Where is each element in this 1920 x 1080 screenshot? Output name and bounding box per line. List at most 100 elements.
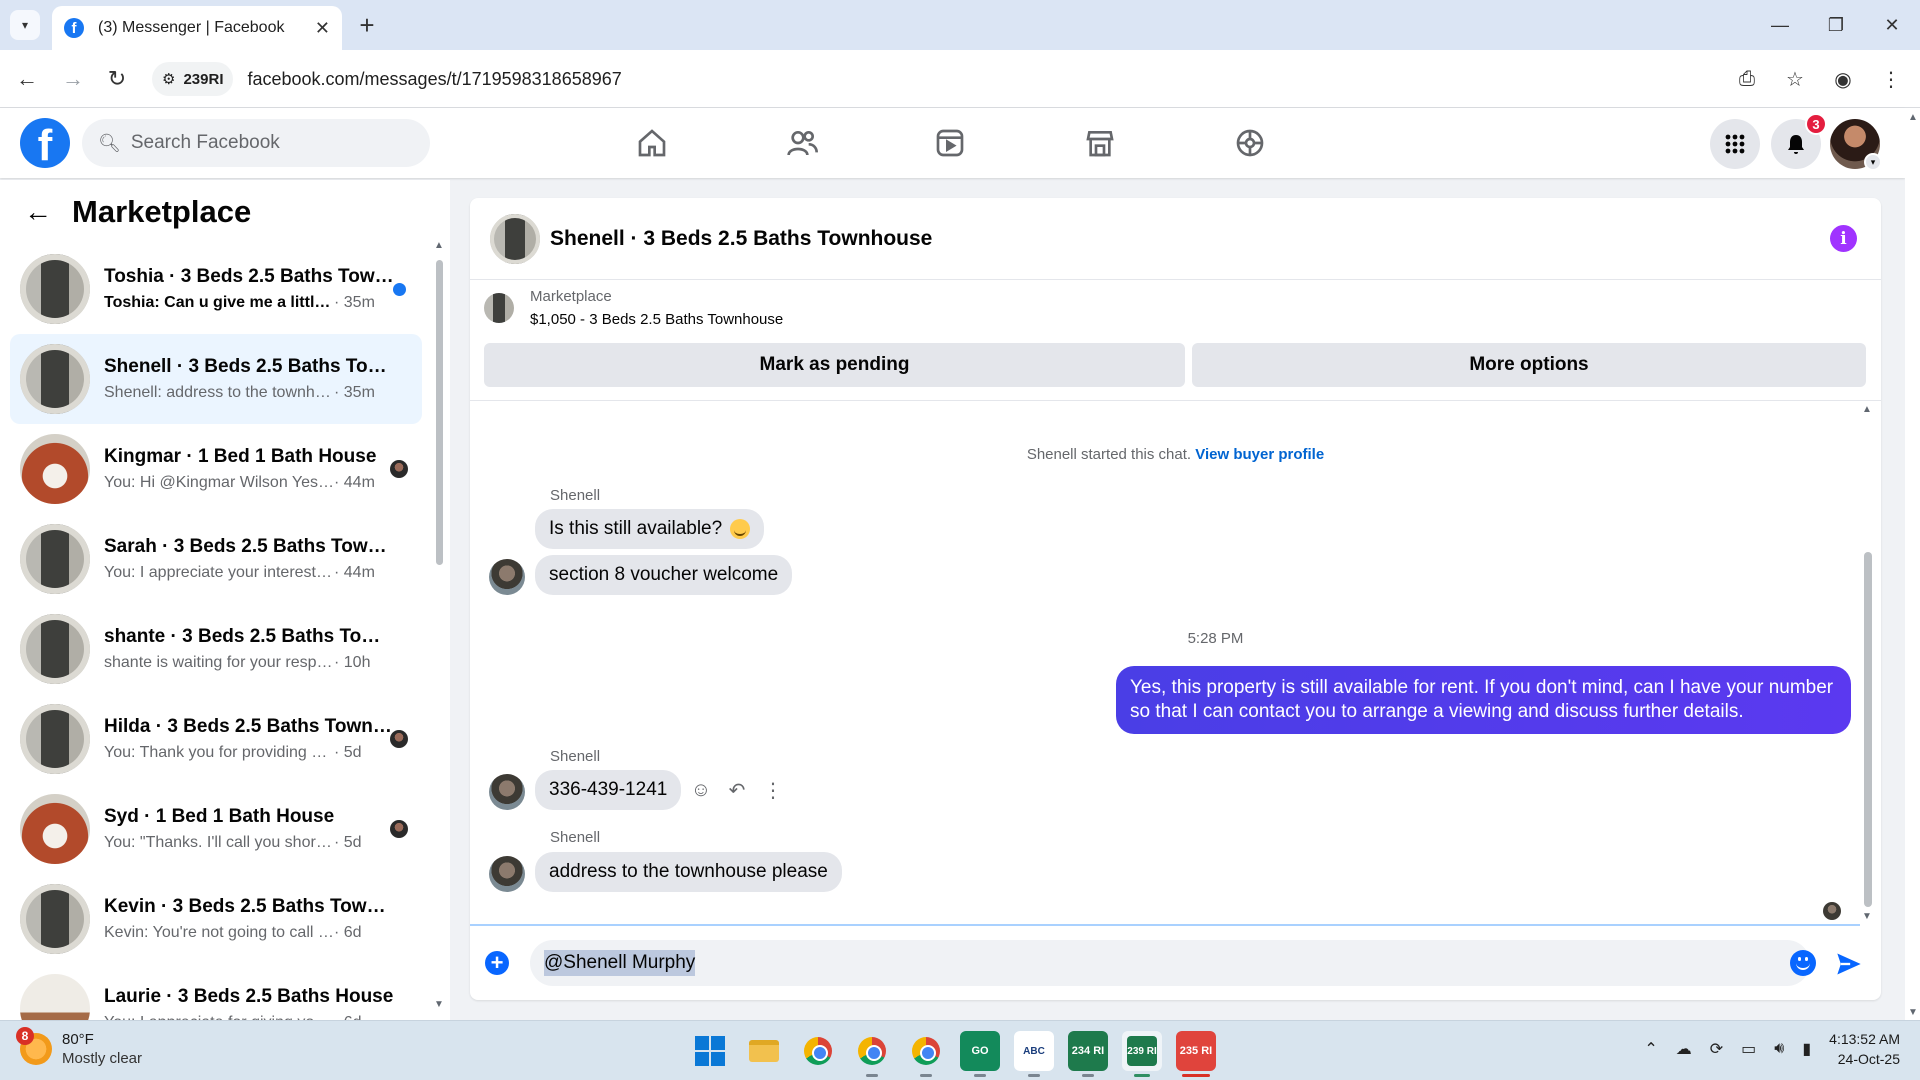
sender-name: Shenell xyxy=(550,748,601,765)
url-text[interactable]: facebook.com/messages/t/1719598318658967 xyxy=(247,69,621,90)
add-attachment-icon[interactable]: + xyxy=(485,951,509,975)
conversation-item[interactable]: Toshia · 3 Beds 2.5 Baths Townhouse Toshi… xyxy=(10,244,422,334)
chat-started-notice: Shenell started this chat. View buyer pr… xyxy=(470,446,1881,463)
clock[interactable]: 4:13:52 AM 24-Oct-25 xyxy=(1829,1029,1900,1069)
site-chip-label: 239RI xyxy=(183,70,224,88)
back-icon[interactable]: ← xyxy=(12,64,42,94)
sender-avatar[interactable] xyxy=(489,856,525,892)
app-234-ri-icon[interactable]: 234 RI xyxy=(1068,1031,1108,1077)
message-thread: Shenell started this chat. View buyer pr… xyxy=(470,402,1881,922)
back-arrow-icon[interactable]: ← xyxy=(24,196,52,228)
message-input[interactable]: @Shenell Murphy xyxy=(530,940,1810,986)
mark-as-pending-button[interactable]: Mark as pending xyxy=(484,343,1185,387)
account-avatar[interactable]: ▾ xyxy=(1830,119,1882,171)
scroll-down-icon[interactable]: ▼ xyxy=(1908,1007,1918,1018)
scroll-up-icon[interactable]: ▲ xyxy=(1908,112,1918,123)
thread-scrollbar[interactable]: ▲ ▼ xyxy=(1862,402,1873,922)
sender-avatar[interactable] xyxy=(489,559,525,595)
send-icon[interactable] xyxy=(1835,950,1863,978)
more-actions-icon[interactable]: ⋮ xyxy=(762,778,784,803)
weather-widget[interactable]: 8 80°F Mostly clear xyxy=(16,1027,142,1067)
conversation-preview-row: You: Thank you for providing yo... · 5d xyxy=(104,744,422,762)
cloud-off-icon[interactable]: ☁ xyxy=(1676,1039,1692,1059)
conversation-item[interactable]: Kingmar · 1 Bed 1 Bath House You: Hi @Kin… xyxy=(10,424,422,514)
window-controls: — ❐ ✕ xyxy=(1752,0,1920,50)
incoming-message[interactable]: 336-439-1241 xyxy=(535,770,682,810)
conversation-preview: Toshia: Can u give me a little i... xyxy=(104,294,334,311)
windows-start-icon[interactable] xyxy=(690,1031,730,1071)
scroll-up-icon[interactable]: ▲ xyxy=(1862,404,1872,415)
incoming-message[interactable]: address to the townhouse please xyxy=(535,852,842,892)
conversation-item[interactable]: Sarah · 3 Beds 2.5 Baths Townhouse You: I… xyxy=(10,514,422,604)
react-emoji-icon[interactable]: ☺ xyxy=(690,779,712,802)
app-abc-icon[interactable]: ABC xyxy=(1014,1031,1054,1077)
profile-icon[interactable]: ◉ xyxy=(1828,64,1858,94)
nav-friends-icon[interactable] xyxy=(742,118,862,168)
conversation-item[interactable]: Kevin · 3 Beds 2.5 Baths Townhouse Kevin:… xyxy=(10,874,422,964)
app-go-icon[interactable]: GO xyxy=(960,1031,1000,1077)
search-input[interactable] xyxy=(130,132,411,154)
display-icon[interactable]: ▭ xyxy=(1741,1039,1756,1059)
minimize-button[interactable]: — xyxy=(1752,0,1808,50)
chat-title[interactable]: Shenell · 3 Beds 2.5 Baths Townhouse xyxy=(550,227,932,251)
message-text: section 8 voucher welcome xyxy=(549,564,779,585)
conversation-item[interactable]: Shenell · 3 Beds 2.5 Baths Townhouse Shen… xyxy=(10,334,422,424)
sender-avatar[interactable] xyxy=(489,774,525,810)
nav-home-icon[interactable] xyxy=(592,118,712,168)
scroll-up-icon[interactable]: ▲ xyxy=(434,240,444,251)
facebook-logo-icon[interactable]: f xyxy=(20,118,70,168)
incoming-message[interactable]: section 8 voucher welcome xyxy=(535,555,793,595)
chat-panel: Shenell · 3 Beds 2.5 Baths Townhouse i M… xyxy=(470,198,1881,1000)
reload-icon[interactable]: ↻ xyxy=(102,64,132,94)
nav-marketplace-icon[interactable] xyxy=(1040,118,1160,168)
conversation-item[interactable]: Syd · 1 Bed 1 Bath House You: "Thanks. I'… xyxy=(10,784,422,874)
more-options-button[interactable]: More options xyxy=(1192,343,1866,387)
conversation-item[interactable]: Hilda · 3 Beds 2.5 Baths Townhouse You: T… xyxy=(10,694,422,784)
incoming-message[interactable]: Is this still available? xyxy=(535,509,765,549)
browser-menu-icon[interactable]: ⋮ xyxy=(1876,64,1906,94)
menu-grid-button[interactable] xyxy=(1710,119,1760,169)
restore-button[interactable]: ❐ xyxy=(1808,0,1864,50)
emoji-picker-icon[interactable] xyxy=(1790,950,1816,976)
file-explorer-icon[interactable] xyxy=(744,1031,784,1071)
chrome-icon[interactable] xyxy=(798,1031,838,1071)
notifications-button[interactable]: 3 xyxy=(1771,113,1827,169)
battery-icon[interactable]: ▮ xyxy=(1802,1039,1811,1059)
chevron-up-icon[interactable]: ⌃ xyxy=(1644,1039,1657,1059)
reply-icon[interactable]: ↶ xyxy=(726,778,748,803)
close-window-button[interactable]: ✕ xyxy=(1864,0,1920,50)
chrome-profile-icon[interactable] xyxy=(906,1031,946,1077)
facebook-search-box[interactable]: 🔍︎ xyxy=(82,119,430,167)
browser-tab[interactable]: f (3) Messenger | Facebook ✕ xyxy=(52,6,342,50)
chrome-profile-icon[interactable] xyxy=(852,1031,892,1077)
info-icon[interactable]: i xyxy=(1830,225,1857,252)
outgoing-message[interactable]: Yes, this property is still available fo… xyxy=(1116,666,1851,734)
close-tab-icon[interactable]: ✕ xyxy=(315,18,330,39)
new-tab-button[interactable]: + xyxy=(352,10,382,41)
view-buyer-profile-link[interactable]: View buyer profile xyxy=(1195,446,1324,463)
listing-summary[interactable]: Marketplace $1,050 - 3 Beds 2.5 Baths To… xyxy=(484,288,783,328)
install-app-icon[interactable]: ⎙ xyxy=(1732,64,1762,94)
app-235-ri-icon[interactable]: 235 RI xyxy=(1176,1031,1216,1077)
conversation-item[interactable]: shante · 3 Beds 2.5 Baths Townhouse shant… xyxy=(10,604,422,694)
conversation-name: Syd · 1 Bed 1 Bath House xyxy=(104,806,335,827)
scrollbar-thumb[interactable] xyxy=(436,260,443,565)
tab-search-button[interactable]: ▾ xyxy=(10,10,40,40)
nav-video-icon[interactable] xyxy=(890,118,1010,168)
scroll-down-icon[interactable]: ▼ xyxy=(434,999,444,1010)
nav-gaming-icon[interactable] xyxy=(1190,118,1310,168)
volume-icon[interactable]: 🔊︎ xyxy=(1774,1040,1784,1058)
site-info-chip[interactable]: ⚙ 239RI xyxy=(152,62,234,96)
scroll-down-icon[interactable]: ▼ xyxy=(1862,911,1872,922)
bookmark-star-icon[interactable]: ☆ xyxy=(1780,64,1810,94)
listing-avatar[interactable] xyxy=(490,213,540,264)
forward-icon[interactable]: → xyxy=(58,64,88,94)
app-239-ri-icon[interactable]: 239 RI xyxy=(1122,1031,1162,1077)
sidebar-scrollbar[interactable]: ▲ ▼ xyxy=(434,240,444,1010)
omnibox[interactable]: ⚙ 239RI facebook.com/messages/t/17195983… xyxy=(152,58,1792,100)
page-scrollbar[interactable]: ▲ ▼ xyxy=(1905,108,1920,1020)
scrollbar-thumb[interactable] xyxy=(1864,552,1872,907)
message-text: 336-439-1241 xyxy=(549,779,668,800)
sync-icon[interactable]: ⟳ xyxy=(1710,1039,1723,1059)
conversation-list: Toshia · 3 Beds 2.5 Baths Townhouse Toshi… xyxy=(10,244,422,1054)
